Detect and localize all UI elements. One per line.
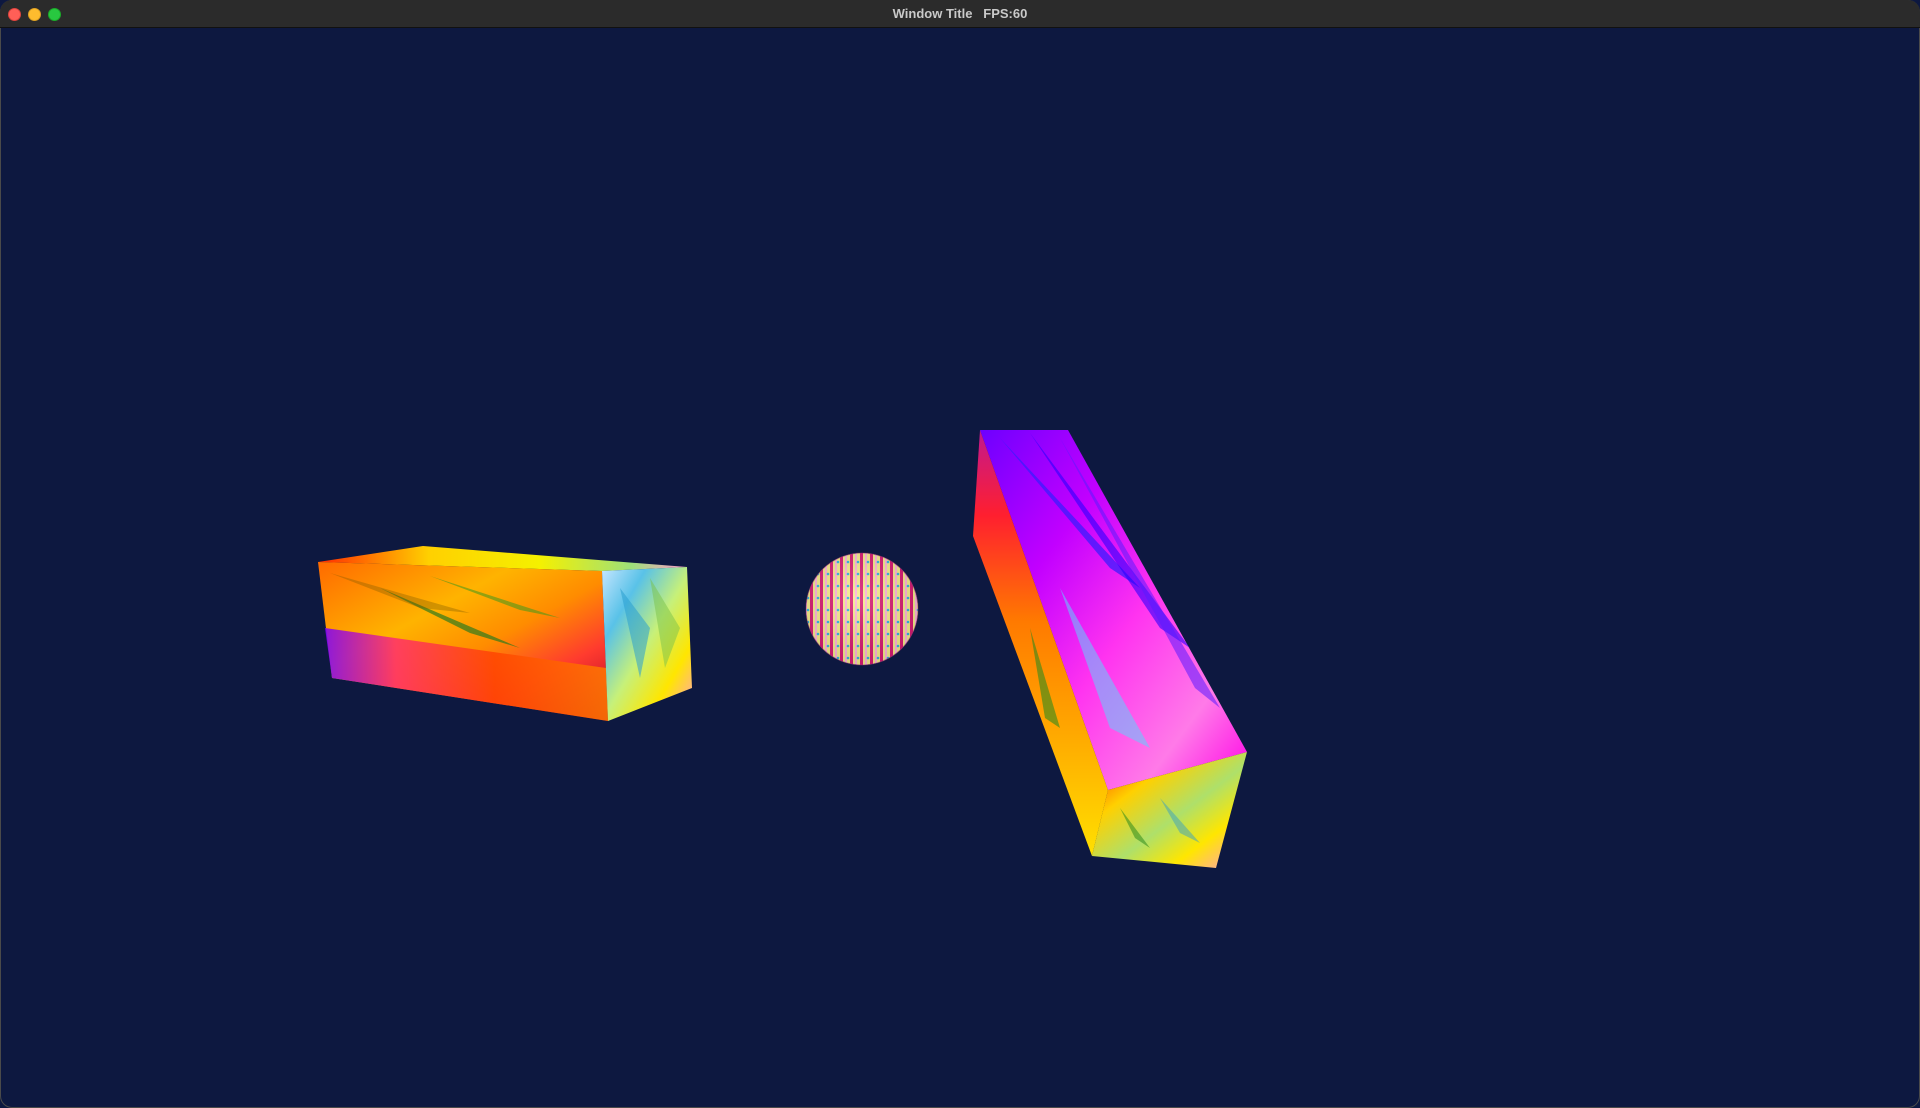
right-box[interactable] (973, 430, 1247, 868)
window-title: Window Title FPS:60 (892, 6, 1028, 21)
left-box[interactable] (318, 546, 692, 721)
center-sphere[interactable] (805, 552, 919, 666)
render-viewport[interactable] (0, 28, 1920, 1108)
title-bar[interactable]: Window Title FPS:60 (0, 0, 1920, 28)
app-window: Window Title FPS:60 (0, 0, 1920, 1108)
scene-canvas (318, 430, 1247, 868)
